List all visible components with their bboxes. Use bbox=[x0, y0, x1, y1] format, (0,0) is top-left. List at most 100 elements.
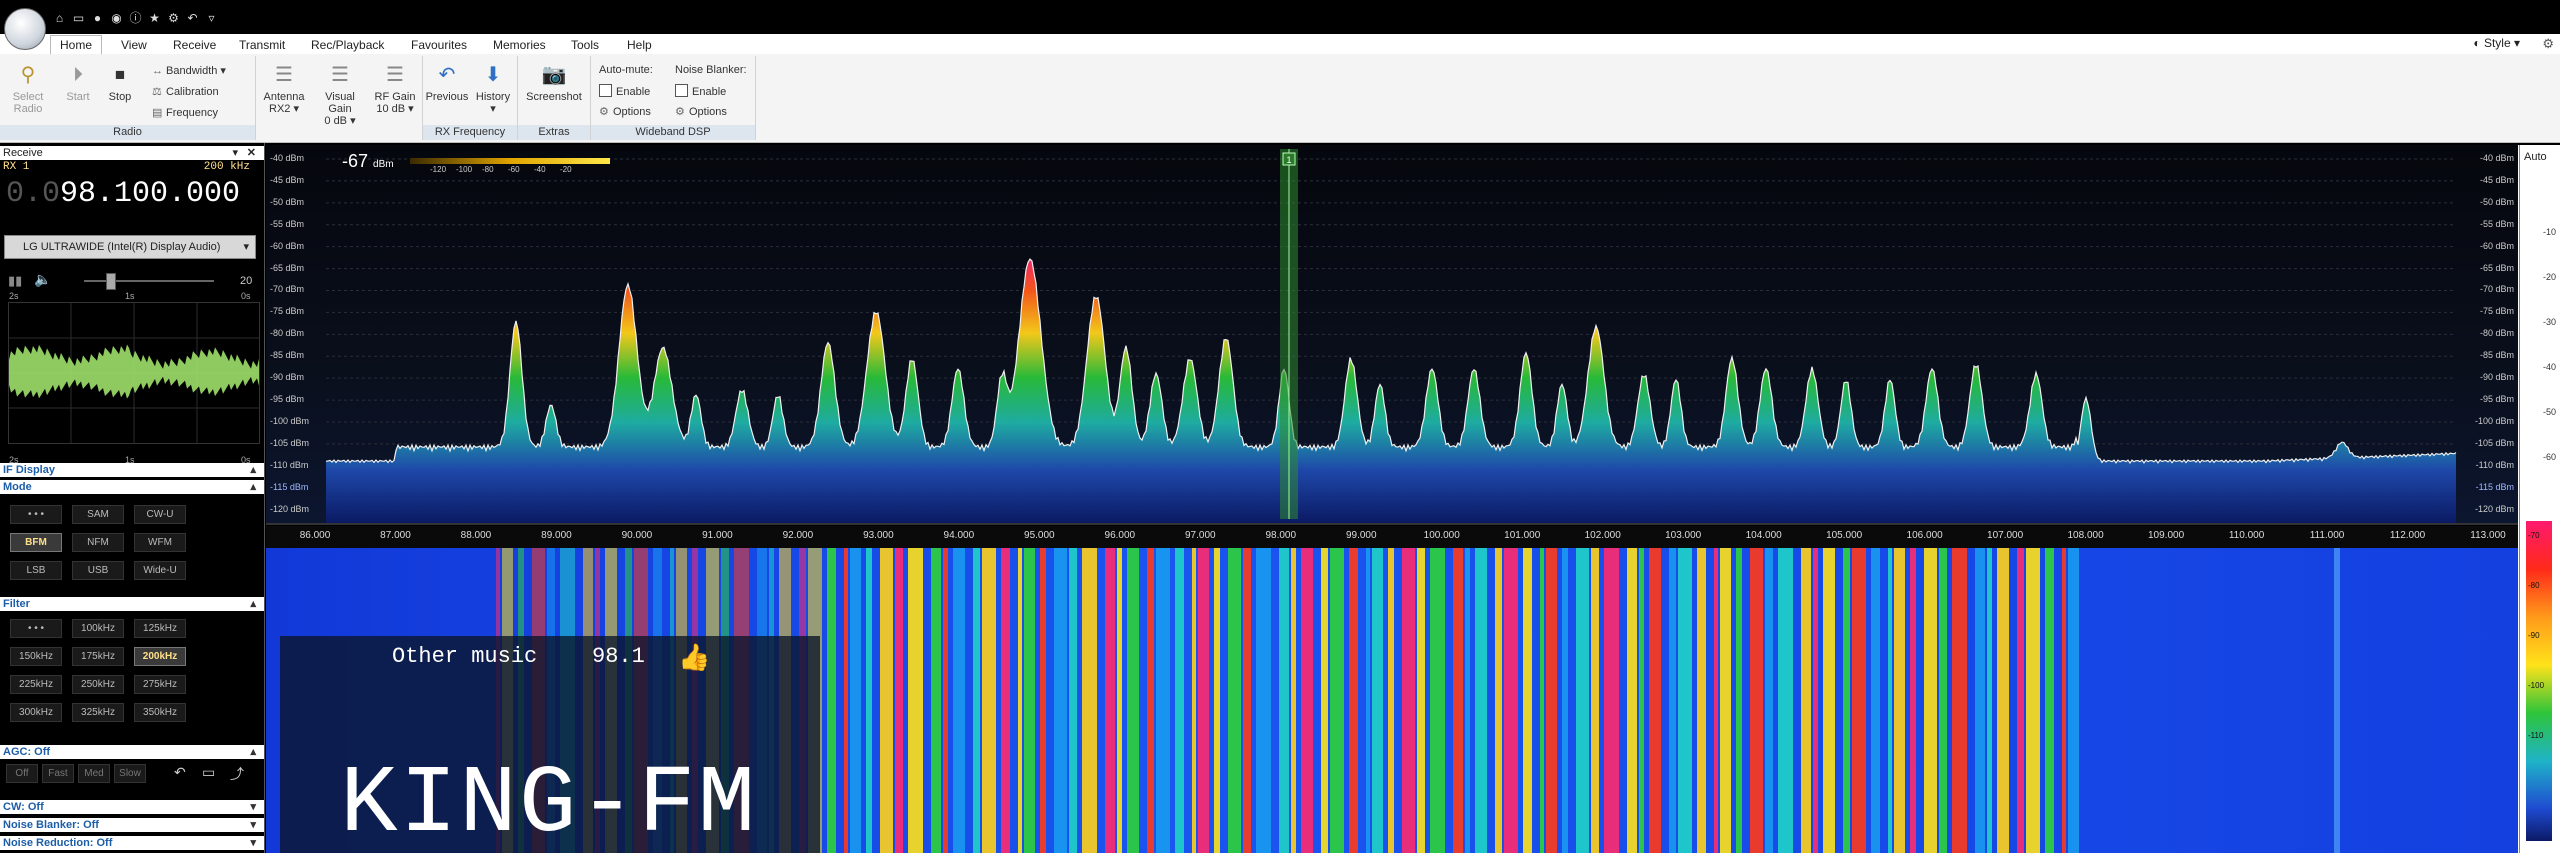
more-icon[interactable]: ▿ bbox=[204, 11, 219, 26]
filter-button-275khz[interactable]: 275kHz bbox=[134, 675, 186, 694]
mode-button-nfm[interactable]: NFM bbox=[72, 533, 124, 552]
db-scale-label: -90 dBm bbox=[270, 372, 305, 383]
agc-header[interactable]: AGC: Off ▴ bbox=[0, 745, 264, 759]
frequency-tick-label: 108.000 bbox=[2067, 530, 2104, 541]
record-icon[interactable]: ● bbox=[90, 11, 105, 26]
db-scale-label: -85 dBm bbox=[270, 350, 305, 361]
quick-access-bar: ⌂ ▭ ● ◉ ⓘ ★ ⚙ ↶ ▿ bbox=[0, 0, 2560, 50]
frequency-tick-label: 87.000 bbox=[380, 530, 411, 541]
vfo-marker-label: 1 bbox=[1286, 155, 1291, 165]
frequency-button[interactable]: ▤ Frequency bbox=[152, 106, 218, 119]
agc-slow-button[interactable]: Slow bbox=[114, 764, 146, 783]
level-scale-label: -20 bbox=[560, 165, 572, 174]
mode-button-usb[interactable]: USB bbox=[72, 561, 124, 580]
right-scale-label: -10 bbox=[2542, 227, 2556, 237]
volume-slider[interactable] bbox=[84, 273, 214, 290]
stop-button[interactable]: ⏹ Stop bbox=[104, 62, 136, 103]
frequency-axis[interactable]: 86.000 87.000 88.000 89.000 90.000 91.000 92.0… bbox=[266, 526, 2518, 548]
tab-view[interactable]: View bbox=[112, 36, 156, 54]
noise-blanker-header[interactable]: Noise Blanker: Off ▾ bbox=[0, 818, 264, 832]
if-display-header[interactable]: IF Display ▴ bbox=[0, 463, 264, 477]
filter-button-200khz[interactable]: 200kHz bbox=[134, 647, 186, 666]
tab-memories[interactable]: Memories bbox=[484, 36, 555, 54]
filter-button-300khz[interactable]: 300kHz bbox=[10, 703, 62, 722]
mode-button-bfm[interactable]: BFM bbox=[10, 533, 62, 552]
monitor-icon[interactable]: ▭ bbox=[202, 764, 215, 781]
previous-button[interactable]: ↶ Previous bbox=[425, 62, 469, 103]
tab-transmit[interactable]: Transmit bbox=[230, 36, 294, 54]
select-radio-button[interactable]: ⚲ Select Radio bbox=[6, 62, 50, 115]
mode-button-sam[interactable]: SAM bbox=[72, 505, 124, 524]
noise-blanker-options-button[interactable]: ⚙ Options bbox=[675, 105, 727, 118]
bandwidth-button[interactable]: ↔ Bandwidth ▾ bbox=[152, 64, 226, 77]
history-button[interactable]: ⬇ History ▾ bbox=[471, 62, 515, 115]
gear-icon[interactable]: ⚙ bbox=[2542, 36, 2554, 52]
info-icon[interactable]: ⓘ bbox=[128, 11, 143, 26]
start-button[interactable]: ⏵ Start bbox=[62, 62, 94, 103]
mode-button-[interactable]: • • • bbox=[10, 505, 62, 524]
filter-button-[interactable]: • • • bbox=[10, 619, 62, 638]
close-icon[interactable]: ✕ bbox=[247, 146, 256, 160]
filter-button-325khz[interactable]: 325kHz bbox=[72, 703, 124, 722]
audio-device-select[interactable]: LG ULTRAWIDE (Intel(R) Display Audio) ▾ bbox=[4, 235, 256, 259]
speaker-icon[interactable]: 🔈 bbox=[34, 271, 51, 288]
noise-reduction-header[interactable]: Noise Reduction: Off ▾ bbox=[0, 836, 264, 850]
mode-button-wfm[interactable]: WFM bbox=[134, 533, 186, 552]
pin-icon[interactable]: ▾ bbox=[232, 146, 238, 160]
graph-icon[interactable]: ⤴ bbox=[230, 764, 244, 784]
spectrum-display[interactable]: 1 -67 dBm -120 -100 -80 -60 -40 -20 -40 dBm -4… bbox=[266, 145, 2518, 525]
automute-enable-checkbox[interactable]: Enable bbox=[599, 84, 650, 98]
group-label-radio: Radio bbox=[0, 125, 255, 140]
settings-icon[interactable]: ⚙ bbox=[166, 11, 181, 26]
calibration-button[interactable]: ⚖ Calibration bbox=[152, 85, 219, 98]
tab-receive[interactable]: Receive bbox=[164, 36, 225, 54]
filter-button-250khz[interactable]: 250kHz bbox=[72, 675, 124, 694]
agc-off-button[interactable]: Off bbox=[6, 764, 38, 783]
tab-home[interactable]: Home bbox=[50, 35, 103, 54]
color-scale-label: -70 bbox=[2528, 531, 2540, 540]
screenshot-button[interactable]: 📷 Screenshot bbox=[520, 62, 588, 103]
cw-header[interactable]: CW: Off ▾ bbox=[0, 800, 264, 814]
frequency-tick-label: 88.000 bbox=[460, 530, 492, 541]
undo-icon[interactable]: ↶ bbox=[174, 764, 186, 781]
tab-favourites[interactable]: Favourites bbox=[402, 36, 476, 54]
filter-button-125khz[interactable]: 125kHz bbox=[134, 619, 186, 638]
tab-help[interactable]: Help bbox=[618, 36, 661, 54]
star-icon[interactable]: ★ bbox=[147, 11, 162, 26]
group-label-wideband-dsp: Wideband DSP bbox=[591, 125, 755, 140]
chevron-down-icon: ▾ bbox=[250, 801, 256, 813]
filter-header[interactable]: Filter ▴ bbox=[0, 597, 264, 611]
agc-fast-button[interactable]: Fast bbox=[42, 764, 74, 783]
db-scale-label: -65 dBm bbox=[270, 262, 305, 273]
frequency-display[interactable]: 0.098.100.000 bbox=[6, 177, 240, 211]
folder-icon[interactable]: ▭ bbox=[71, 11, 86, 26]
rf-gain-button[interactable]: ☰ RF Gain 10 dB ▾ bbox=[370, 62, 420, 115]
filter-button-175khz[interactable]: 175kHz bbox=[72, 647, 124, 666]
tab-rec-playback[interactable]: Rec/Playback bbox=[302, 36, 393, 54]
style-menu[interactable]: ◐ Style ▾ bbox=[2473, 36, 2520, 50]
visual-gain-button[interactable]: ☰ Visual Gain 0 dB ▾ bbox=[312, 62, 368, 127]
thumbs-up-icon[interactable]: 👍 bbox=[678, 642, 710, 673]
undo-icon[interactable]: ↶ bbox=[185, 11, 200, 26]
app-menu-orb[interactable] bbox=[4, 8, 46, 50]
mode-header[interactable]: Mode ▴ bbox=[0, 480, 264, 494]
home-icon[interactable]: ⌂ bbox=[52, 11, 67, 26]
mode-button-wideu[interactable]: Wide-U bbox=[134, 561, 186, 580]
noise-blanker-enable-checkbox[interactable]: Enable bbox=[675, 84, 726, 98]
waterfall-display[interactable]: Other music 98.1 👍 KING-FM bbox=[266, 548, 2518, 853]
frequency-tick-label: 99.000 bbox=[1345, 530, 1377, 541]
mode-button-lsb[interactable]: LSB bbox=[10, 561, 62, 580]
group-label-rx-frequency: RX Frequency bbox=[423, 125, 517, 140]
antenna-button[interactable]: ☰ Antenna RX2 ▾ bbox=[258, 62, 310, 115]
level-scale-label: -100 bbox=[456, 165, 473, 174]
filter-button-100khz[interactable]: 100kHz bbox=[72, 619, 124, 638]
db-scale-label: -110 dBm bbox=[270, 459, 309, 470]
tab-tools[interactable]: Tools bbox=[562, 36, 608, 54]
automute-options-button[interactable]: ⚙ Options bbox=[599, 105, 651, 118]
stop-circle-icon[interactable]: ◉ bbox=[109, 11, 124, 26]
filter-button-150khz[interactable]: 150kHz bbox=[10, 647, 62, 666]
filter-button-225khz[interactable]: 225kHz bbox=[10, 675, 62, 694]
agc-med-button[interactable]: Med bbox=[78, 764, 110, 783]
filter-button-350khz[interactable]: 350kHz bbox=[134, 703, 186, 722]
mode-button-cwu[interactable]: CW-U bbox=[134, 505, 186, 524]
